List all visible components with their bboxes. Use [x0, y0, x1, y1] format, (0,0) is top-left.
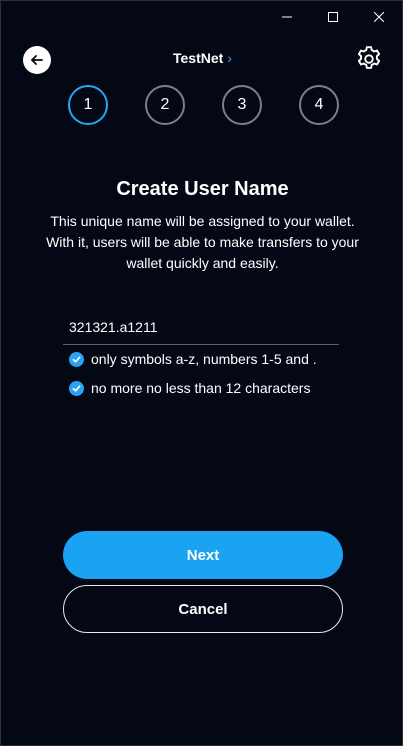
check-circle-icon: [69, 351, 84, 367]
close-icon: [374, 12, 384, 22]
next-button[interactable]: Next: [63, 531, 343, 579]
rule-item: no more no less than 12 characters: [69, 378, 317, 398]
maximize-icon: [328, 12, 338, 22]
step-4: 4: [299, 85, 339, 125]
rule-text: no more no less than 12 characters: [91, 380, 311, 396]
rule-item: only symbols a-z, numbers 1-5 and .: [69, 349, 317, 369]
minimize-icon: [282, 16, 292, 18]
chevron-right-icon: ›: [227, 50, 232, 66]
settings-button[interactable]: [353, 43, 385, 75]
window-controls: [264, 1, 402, 33]
step-3: 3: [222, 85, 262, 125]
step-1: 1: [68, 85, 108, 125]
maximize-button[interactable]: [310, 1, 356, 33]
step-indicator: 1 2 3 4: [68, 85, 339, 125]
step-2: 2: [145, 85, 185, 125]
page-description: This unique name will be assigned to you…: [46, 213, 359, 271]
app-window: TestNet › 1 2 3 4 Create User Name This u…: [0, 0, 403, 746]
cancel-button[interactable]: Cancel: [63, 585, 343, 633]
username-field: [63, 311, 339, 345]
rule-text: only symbols a-z, numbers 1-5 and .: [91, 351, 317, 367]
minimize-button[interactable]: [264, 1, 310, 33]
network-selector[interactable]: TestNet ›: [1, 50, 403, 66]
gear-icon: [357, 46, 381, 69]
network-label: TestNet: [173, 50, 224, 66]
check-circle-icon: [69, 380, 84, 396]
page-title: Create User Name: [116, 178, 289, 200]
close-button[interactable]: [356, 1, 402, 33]
validation-rules: only symbols a-z, numbers 1-5 and . no m…: [69, 349, 317, 407]
username-input[interactable]: [63, 311, 339, 343]
